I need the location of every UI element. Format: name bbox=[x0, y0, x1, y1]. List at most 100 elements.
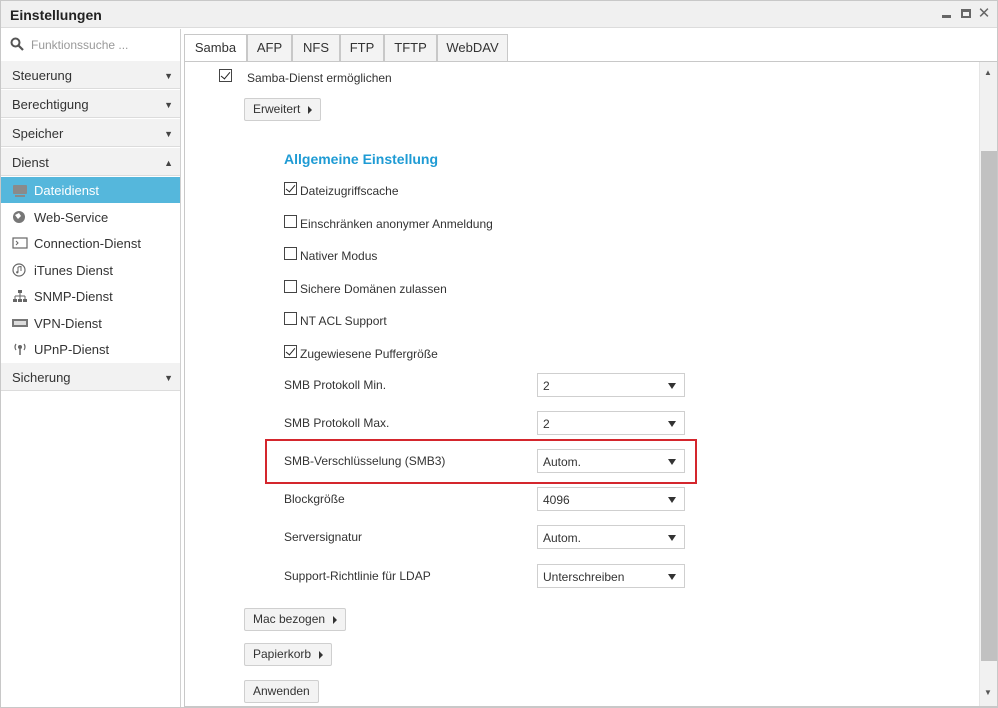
samba-enable-checkbox[interactable] bbox=[219, 69, 232, 82]
chevron-down-icon: ▼ bbox=[164, 100, 173, 110]
sidebar-item-label: iTunes Dienst bbox=[34, 263, 113, 278]
chevron-up-icon: ▲ bbox=[164, 158, 173, 168]
main-panel: Samba AFP NFS FTP TFTP WebDAV Samba-Dien… bbox=[184, 34, 998, 707]
upnp-icon bbox=[14, 343, 26, 355]
mac-related-button[interactable]: Mac bezogen bbox=[244, 608, 347, 631]
category-label: Dienst bbox=[12, 155, 49, 170]
minimize-button[interactable] bbox=[939, 7, 953, 21]
samba-enable-label: Samba-Dienst ermöglichen bbox=[247, 71, 392, 85]
apply-button[interactable]: Anwenden bbox=[244, 680, 319, 703]
option-checkbox-buffer-size[interactable] bbox=[284, 345, 297, 358]
option-label: Einschränken anonymer Anmeldung bbox=[300, 217, 493, 231]
option-checkbox-native-mode[interactable] bbox=[284, 247, 297, 260]
ldap-policy-select[interactable]: Unterschreiben bbox=[537, 564, 685, 588]
server-signing-select[interactable]: Autom. bbox=[537, 525, 685, 549]
chevron-down-icon bbox=[668, 459, 676, 465]
tab-nfs[interactable]: NFS bbox=[292, 34, 340, 61]
select-value: Unterschreiben bbox=[543, 570, 625, 584]
sidebar-item-itunes-dienst[interactable]: iTunes Dienst bbox=[1, 257, 180, 283]
field-label-server-signing: Serversignatur bbox=[284, 530, 363, 544]
category-sicherung[interactable]: Sicherung ▼ bbox=[1, 362, 180, 391]
search-box bbox=[1, 29, 180, 61]
scroll-down-icon[interactable]: ▼ bbox=[984, 688, 992, 697]
select-value: 4096 bbox=[543, 493, 570, 507]
close-button[interactable]: ✕ bbox=[977, 6, 991, 21]
block-size-select[interactable]: 4096 bbox=[537, 487, 685, 511]
field-label-ldap-policy: Support-Richtlinie für LDAP bbox=[284, 569, 431, 583]
sidebar-item-label: VPN-Dienst bbox=[34, 316, 102, 331]
smb-max-select[interactable]: 2 bbox=[537, 411, 685, 435]
globe-icon bbox=[13, 211, 25, 223]
field-label-smb-max: SMB Protokoll Max. bbox=[284, 416, 390, 430]
scrollbar[interactable]: ▲ ▼ bbox=[979, 62, 997, 706]
chevron-down-icon bbox=[668, 574, 676, 580]
select-value: 2 bbox=[543, 379, 550, 393]
chevron-down-icon: ▼ bbox=[164, 71, 173, 81]
advanced-button-label: Erweitert bbox=[253, 102, 301, 116]
file-service-icon bbox=[13, 185, 27, 197]
window-title: Einstellungen bbox=[10, 7, 102, 23]
chevron-down-icon: ▼ bbox=[164, 129, 173, 139]
settings-window: Einstellungen ✕ Steuerung ▼ Berechtigung… bbox=[0, 0, 998, 708]
tab-samba[interactable]: Samba bbox=[184, 34, 247, 62]
chevron-down-icon bbox=[668, 421, 676, 427]
sidebar-item-connection-dienst[interactable]: Connection-Dienst bbox=[1, 230, 180, 256]
sidebar-item-label: SNMP-Dienst bbox=[34, 289, 113, 304]
option-label: Zugewiesene Puffergröße bbox=[300, 347, 438, 361]
select-value: Autom. bbox=[543, 455, 582, 469]
music-icon bbox=[12, 263, 26, 277]
option-checkbox-secure-domains[interactable] bbox=[284, 280, 297, 293]
option-checkbox-anonymous[interactable] bbox=[284, 215, 297, 228]
category-speicher[interactable]: Speicher ▼ bbox=[1, 118, 180, 147]
sidebar-item-web-service[interactable]: Web-Service bbox=[1, 204, 180, 230]
smb-min-select[interactable]: 2 bbox=[537, 373, 685, 397]
title-bar: Einstellungen ✕ bbox=[1, 1, 997, 28]
category-label: Sicherung bbox=[12, 370, 71, 385]
sidebar-item-label: Web-Service bbox=[34, 210, 109, 225]
category-label: Steuerung bbox=[12, 68, 72, 83]
section-title: Allgemeine Einstellung bbox=[284, 151, 439, 167]
category-label: Speicher bbox=[12, 126, 64, 141]
chevron-down-icon bbox=[668, 497, 676, 503]
caret-right-icon bbox=[333, 615, 338, 624]
scroll-up-icon[interactable]: ▲ bbox=[984, 68, 992, 77]
smb-encryption-select[interactable]: Autom. bbox=[537, 449, 685, 473]
option-label: Dateizugriffscache bbox=[300, 184, 399, 198]
trash-button-label: Papierkorb bbox=[253, 647, 312, 661]
sidebar-item-vpn-dienst[interactable]: VPN-Dienst bbox=[1, 310, 180, 336]
chevron-down-icon bbox=[668, 383, 676, 389]
tab-tftp[interactable]: TFTP bbox=[384, 34, 437, 61]
option-checkbox-nt-acl[interactable] bbox=[284, 312, 297, 325]
sidebar-item-snmp-dienst[interactable]: SNMP-Dienst bbox=[1, 283, 180, 309]
samba-settings-panel: Samba-Dienst ermöglichen Erweitert Allge… bbox=[184, 61, 998, 707]
sidebar-item-label: UPnP-Dienst bbox=[34, 342, 110, 357]
maximize-button[interactable] bbox=[959, 7, 973, 21]
field-label-block-size: Blockgröße bbox=[284, 492, 345, 506]
category-label: Berechtigung bbox=[12, 97, 89, 112]
minimize-icon bbox=[941, 15, 951, 18]
option-label: Sichere Domänen zulassen bbox=[300, 282, 447, 296]
caret-right-icon bbox=[319, 650, 324, 659]
sidebar-item-label: Dateidienst bbox=[34, 183, 100, 198]
caret-right-icon bbox=[308, 105, 313, 114]
category-berechtigung[interactable]: Berechtigung ▼ bbox=[1, 89, 180, 118]
sidebar: Steuerung ▼ Berechtigung ▼ Speicher ▼ Di… bbox=[1, 29, 181, 707]
sidebar-item-label: Connection-Dienst bbox=[34, 236, 141, 251]
tab-ftp[interactable]: FTP bbox=[340, 34, 384, 61]
sidebar-item-upnp-dienst[interactable]: UPnP-Dienst bbox=[1, 336, 180, 362]
search-input[interactable] bbox=[31, 35, 171, 55]
advanced-button[interactable]: Erweitert bbox=[244, 98, 322, 121]
field-label-smb-encryption: SMB-Verschlüsselung (SMB3) bbox=[284, 454, 446, 468]
tab-webdav[interactable]: WebDAV bbox=[437, 34, 508, 61]
select-value: 2 bbox=[543, 417, 550, 431]
sidebar-item-dateidienst[interactable]: Dateidienst bbox=[1, 177, 180, 203]
scrollbar-thumb[interactable] bbox=[981, 151, 997, 661]
option-label: NT ACL Support bbox=[300, 314, 387, 328]
tab-afp[interactable]: AFP bbox=[247, 34, 292, 61]
option-checkbox-dateizugriffscache[interactable] bbox=[284, 182, 297, 195]
category-steuerung[interactable]: Steuerung ▼ bbox=[1, 60, 180, 89]
trash-button[interactable]: Papierkorb bbox=[244, 643, 333, 666]
select-value: Autom. bbox=[543, 531, 582, 545]
vpn-icon bbox=[12, 319, 28, 327]
category-dienst[interactable]: Dienst ▲ bbox=[1, 147, 180, 176]
